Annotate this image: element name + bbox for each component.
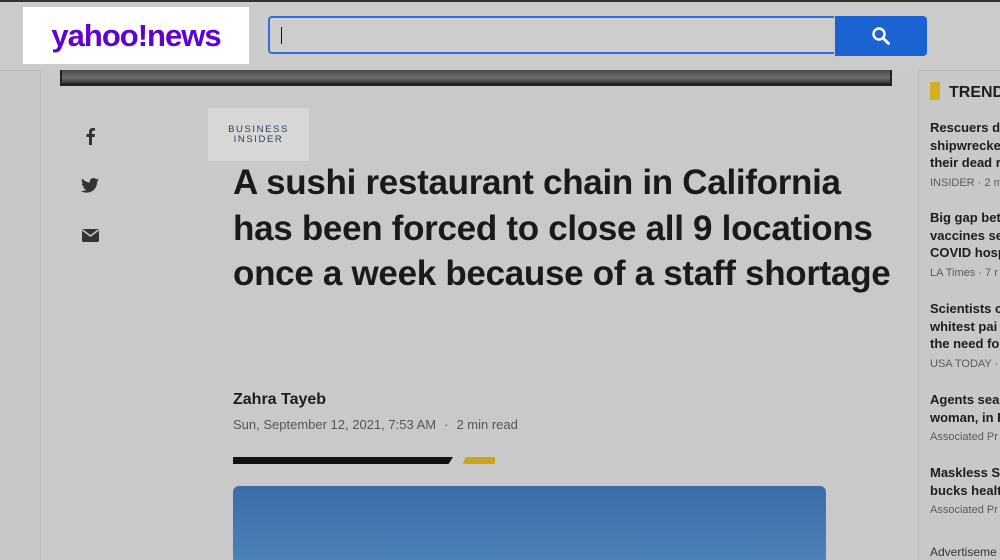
article-hero-image — [233, 486, 826, 560]
facebook-icon — [86, 128, 95, 145]
publisher-logo-line2: INSIDER — [233, 133, 284, 145]
trending-item-source: USA TODAY · — [930, 357, 999, 370]
trending-item[interactable]: Rescuers di shipwrecke their dead r INSI… — [930, 119, 1000, 189]
trending-item-title-line: whitest pai — [930, 318, 998, 334]
trending-item-source: Associated Pr — [930, 431, 998, 443]
search-button[interactable] — [835, 16, 927, 56]
search-input[interactable] — [268, 16, 834, 54]
read-time: 2 min read — [456, 417, 518, 432]
article-headline: A sushi restaurant chain in California h… — [233, 163, 891, 293]
advertisement-label: Advertiseme — [930, 545, 997, 559]
email-share-button[interactable] — [78, 223, 102, 247]
mail-icon — [81, 228, 99, 242]
trending-item-title-line: woman, in F — [930, 409, 1000, 425]
divider-black — [233, 457, 453, 464]
trending-item-title-line: the need fo — [930, 336, 1000, 351]
trending-item-source: LA Times · 7 r — [930, 266, 998, 279]
article-meta: Sun, September 12, 2021, 7:53 AM · 2 min r… — [233, 417, 518, 432]
trending-item-title-line: vaccines se — [930, 227, 1000, 243]
meta-separator: · — [444, 417, 449, 432]
author-name[interactable]: Zahra Tayeb — [233, 391, 326, 409]
trending-item-title-line: bucks healt — [930, 482, 1000, 498]
top-border — [0, 0, 1000, 2]
trending-title: TRENDING — [949, 84, 1000, 101]
yahoo-news-logo[interactable]: yahoo!news — [23, 7, 249, 64]
trending-item-title-line: their dead r — [930, 155, 1000, 170]
trending-item-title-line: Maskless Sa — [930, 465, 1000, 480]
trending-item-title-line: Scientists c — [930, 301, 1000, 316]
trending-item-title-line: shipwrecke — [930, 137, 1000, 153]
twitter-share-button[interactable] — [78, 173, 102, 197]
facebook-share-button[interactable] — [78, 124, 102, 148]
text-cursor — [281, 27, 282, 44]
publisher-logo-line1: BUSINESS — [228, 123, 289, 135]
trending-item-source: INSIDER · 2 m — [930, 176, 1000, 189]
trending-item-source: Associated Pr — [930, 504, 998, 516]
trending-item-title-line: Agents sear — [930, 392, 1000, 407]
previous-image-strip — [60, 70, 892, 86]
trending-item-title-line: Rescuers di — [930, 120, 1000, 135]
divider-gold — [463, 457, 495, 464]
search-icon — [872, 27, 890, 45]
trending-item[interactable]: Maskless Sa bucks healt Associated Pr — [930, 464, 1000, 516]
logo-text: yahoo!news — [51, 17, 221, 53]
trending-item[interactable]: Scientists c whitest pai the need fo USA… — [930, 300, 1000, 370]
trending-item-title-line: Big gap bet — [930, 210, 1000, 225]
trending-item[interactable]: Agents sear woman, in F Associated Pr — [930, 391, 1000, 443]
trending-item[interactable]: Big gap bet vaccines se COVID hosp LA Ti… — [930, 209, 1000, 279]
publisher-logo[interactable]: BUSINESS INSIDER — [208, 108, 309, 161]
trending-accent-bar — [930, 82, 940, 100]
trending-item-title-line: COVID hosp — [930, 245, 1000, 260]
publish-date: Sun, September 12, 2021, 7:53 AM — [233, 417, 437, 432]
twitter-icon — [81, 177, 99, 193]
